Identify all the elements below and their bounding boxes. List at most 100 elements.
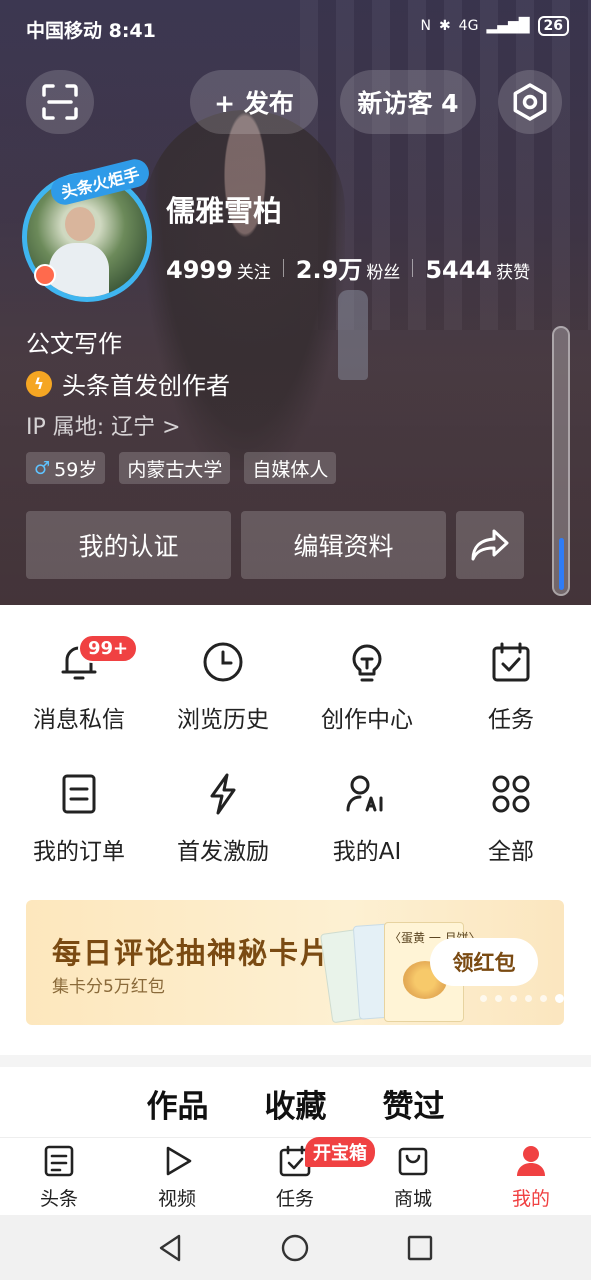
grid-label: 创作中心 — [321, 707, 413, 733]
promo-banner[interactable]: 每日评论抽神秘卡片 集卡分5万红包 〈蛋黄 一 月饼〉 领红包 — [26, 900, 564, 1025]
order-icon — [62, 774, 96, 814]
settings-button[interactable] — [498, 70, 562, 134]
carousel-dot-active — [555, 994, 564, 1003]
claim-red-packet-button[interactable]: 领红包 — [430, 938, 538, 986]
nav-label: 视频 — [157, 1188, 196, 1210]
share-button[interactable] — [456, 511, 524, 579]
scrollbar[interactable] — [552, 326, 570, 596]
status-carrier-time: 中国移动 8:41 — [26, 20, 156, 42]
carousel-dot — [525, 995, 532, 1002]
stat-label: 获赞 — [496, 263, 531, 283]
ip-location-link[interactable]: IP 属地: 辽宁 > — [26, 409, 181, 441]
lightning-badge-icon: ϟ — [26, 370, 52, 397]
bluetooth-icon: ✱ — [438, 18, 451, 34]
nav-item-news[interactable]: 头条 — [9, 1144, 109, 1211]
my-verification-button[interactable]: 我的认证 — [26, 511, 231, 579]
grid-label: 我的AI — [332, 839, 402, 865]
tag-occupation: 自媒体人 — [244, 452, 337, 484]
grid-label: 首发激励 — [177, 839, 269, 865]
shop-icon — [398, 1147, 428, 1176]
signal-label: 4G — [458, 18, 479, 34]
nfc-icon: N — [420, 18, 431, 34]
grid-item-orders[interactable]: 我的订单 — [4, 772, 154, 866]
edit-profile-button[interactable]: 编辑资料 — [241, 511, 446, 579]
grid-label: 浏览历史 — [177, 707, 269, 733]
nav-item-mall[interactable]: 商城 — [363, 1144, 463, 1211]
carousel-dot — [495, 995, 502, 1002]
new-visitors-button[interactable]: 新访客 4 — [340, 70, 476, 134]
grid-item-tasks[interactable]: 任务 — [436, 640, 586, 734]
creator-text: 头条首发创作者 — [62, 372, 230, 400]
bulb-icon — [352, 644, 382, 682]
grid-item-creator-center[interactable]: 创作中心 — [292, 640, 442, 734]
publish-button[interactable]: + 发布 — [190, 70, 318, 134]
grid-item-my-ai[interactable]: 我的AI — [292, 772, 442, 866]
profile-actions: 我的认证 编辑资料 — [26, 511, 524, 579]
grid-label: 消息私信 — [33, 707, 125, 733]
scan-button[interactable] — [26, 70, 94, 134]
ai-user-icon — [346, 775, 383, 812]
username: 儒雅雪柏 — [166, 194, 283, 228]
system-navigation-bar — [0, 1215, 591, 1280]
tag-age-text: 59岁 — [54, 458, 98, 481]
stat-divider — [282, 258, 284, 277]
tab-favorites[interactable]: 收藏 — [265, 1081, 327, 1137]
nav-item-video[interactable]: 视频 — [127, 1144, 227, 1211]
status-icons: N ✱ 4G ▂▄▆█ 26 — [420, 16, 569, 36]
carousel-dot — [510, 995, 517, 1002]
share-icon — [471, 529, 509, 561]
grid-icon — [492, 775, 530, 813]
tag-age: ♂ 59岁 — [26, 452, 106, 484]
nav-label: 头条 — [39, 1188, 78, 1210]
nav-label: 商城 — [393, 1188, 432, 1210]
scan-icon — [42, 84, 78, 120]
recents-icon[interactable] — [403, 1231, 437, 1265]
grid-label: 全部 — [488, 839, 534, 865]
carousel-dots — [480, 994, 564, 1003]
status-bar: 中国移动 8:41 N ✱ 4G ▂▄▆█ 26 — [0, 12, 591, 42]
grid-item-history[interactable]: 浏览历史 — [148, 640, 298, 734]
flame-icon — [34, 264, 56, 286]
grid-item-all[interactable]: 全部 — [436, 772, 586, 866]
scrollbar-thumb[interactable] — [559, 538, 564, 590]
calendar-check-icon — [492, 642, 530, 682]
message-count-badge: 99+ — [78, 634, 139, 663]
home-icon[interactable] — [278, 1231, 312, 1265]
lightning-icon — [210, 773, 236, 815]
gear-icon — [513, 83, 547, 121]
stat-following[interactable]: 4999 关注 — [166, 256, 271, 284]
creator-label: ϟ 头条首发创作者 — [26, 366, 230, 401]
tab-liked[interactable]: 赞过 — [383, 1081, 445, 1137]
male-icon: ♂ — [34, 457, 51, 479]
tag-school: 内蒙古大学 — [119, 452, 231, 484]
banner-title: 每日评论抽神秘卡片 — [52, 936, 332, 970]
signal-icon: ▂▄▆█ — [486, 18, 530, 34]
nav-label: 我的 — [511, 1188, 550, 1210]
news-icon — [44, 1145, 74, 1177]
clock-icon — [203, 642, 243, 682]
user-icon — [517, 1146, 545, 1176]
profile-stats: 4999 关注 2.9万 粉丝 5444 获赞 — [166, 250, 530, 285]
avatar-shirt — [49, 243, 109, 297]
content-tabs: 作品 收藏 赞过 — [0, 1067, 591, 1137]
stat-number: 2.9万 — [295, 256, 363, 284]
grid-label: 我的订单 — [33, 839, 125, 865]
stat-label: 粉丝 — [366, 263, 401, 283]
bottom-nav: 头条 视频 任务 商城 我的 — [0, 1137, 591, 1215]
profile-bio: 公文写作 — [26, 330, 122, 358]
battery-icon: 26 — [537, 16, 569, 36]
stat-number: 5444 — [425, 256, 493, 284]
stat-divider — [412, 258, 414, 277]
treasure-chest-badge: 开宝箱 — [305, 1137, 375, 1167]
stat-fans[interactable]: 2.9万 粉丝 — [296, 250, 401, 285]
back-icon[interactable] — [153, 1231, 187, 1265]
play-icon — [166, 1146, 192, 1176]
profile-tags: ♂ 59岁 内蒙古大学 自媒体人 — [26, 452, 337, 484]
stat-likes[interactable]: 5444 获赞 — [425, 256, 530, 284]
avatar-face — [65, 207, 95, 241]
nav-label: 任务 — [275, 1188, 314, 1210]
nav-item-me[interactable]: 我的 — [481, 1144, 581, 1211]
grid-item-first-publish-incentive[interactable]: 首发激励 — [148, 772, 298, 866]
tab-works[interactable]: 作品 — [147, 1081, 209, 1137]
carousel-dot — [480, 995, 487, 1002]
